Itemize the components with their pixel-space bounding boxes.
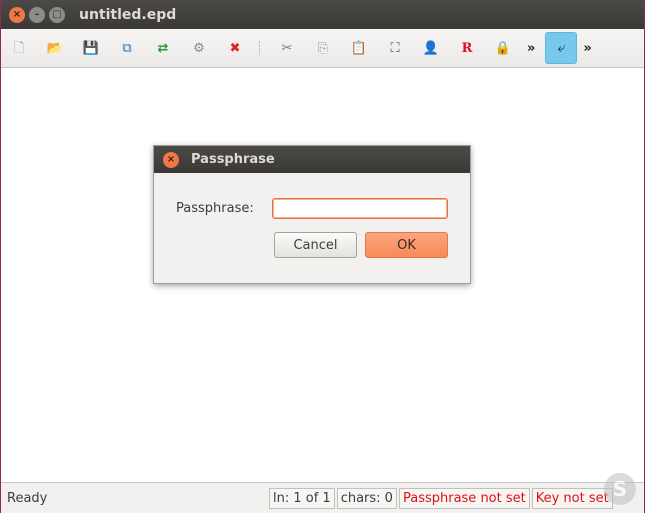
shuffle-button[interactable]: ⇄ <box>153 38 173 58</box>
close-icon: × <box>166 154 176 165</box>
close-file-button[interactable]: ✖ <box>225 38 245 58</box>
copy-icon: ⎘ <box>317 40 329 56</box>
letter-r-icon: R <box>461 40 473 56</box>
binoculars-icon: ⛶ <box>390 40 400 56</box>
window-title: untitled.epd <box>79 6 177 23</box>
cancel-button[interactable]: Cancel <box>274 232 357 258</box>
maximize-icon: □ <box>52 9 62 20</box>
new-file-icon: 🗋 <box>13 40 25 56</box>
save-button[interactable]: 💾 <box>81 38 101 58</box>
shuffle-icon: ⇄ <box>157 40 169 56</box>
status-char-count: chars: 0 <box>336 487 397 509</box>
properties-button[interactable]: ⚙ <box>189 38 209 58</box>
chevron-double-right-icon: » <box>583 40 592 56</box>
binoculars-button[interactable]: ⛶ <box>385 38 405 58</box>
toolbar-overflow-button-2[interactable]: » <box>583 41 591 56</box>
dialog-title: Passphrase <box>191 152 275 167</box>
close-icon: × <box>12 9 22 20</box>
status-key: Key not set <box>531 487 613 509</box>
passphrase-row: Passphrase: <box>176 198 448 219</box>
status-passphrase: Passphrase not set <box>398 487 530 509</box>
copy-button[interactable]: ⎘ <box>313 38 333 58</box>
toolbar-overflow-button[interactable]: » <box>527 41 535 56</box>
word-wrap-toggle[interactable]: ⤶ <box>545 32 578 64</box>
passphrase-label: Passphrase: <box>176 201 254 216</box>
document-settings-icon: ⚙ <box>193 40 205 56</box>
svg-text:S: S <box>613 477 627 501</box>
save-as-button[interactable]: ⧉ <box>117 38 137 58</box>
lock-button[interactable]: 🔒 <box>493 38 513 58</box>
window-minimize-button[interactable]: – <box>29 6 45 23</box>
lock-icon: 🔒 <box>494 40 512 56</box>
status-ready: Ready <box>7 490 48 506</box>
new-file-button[interactable]: 🗋 <box>9 38 29 58</box>
ok-button[interactable]: OK <box>365 232 448 258</box>
toolbar-separator <box>259 41 261 55</box>
scissors-icon: ✂ <box>281 40 293 56</box>
cut-button[interactable]: ✂ <box>277 38 297 58</box>
save-icon: 💾 <box>82 40 100 56</box>
paste-icon: 📋 <box>350 40 368 56</box>
save-as-icon: ⧉ <box>122 40 132 56</box>
toolbar: 🗋 📂 💾 ⧉ ⇄ ⚙ ✖ ✂ ⎘ 📋 ⛶ 👤 R 🔒 » ⤶ » <box>1 29 644 68</box>
user-button[interactable]: 👤 <box>421 38 441 58</box>
dialog-title-bar: × Passphrase <box>154 146 470 173</box>
folder-open-icon: 📂 <box>46 40 64 56</box>
passphrase-input[interactable] <box>272 198 448 219</box>
status-line-position: ln: 1 of 1 <box>269 487 335 509</box>
dialog-close-button[interactable]: × <box>163 151 179 168</box>
chevron-double-right-icon: » <box>527 40 536 56</box>
reference-button[interactable]: R <box>457 38 477 58</box>
title-bar: × – □ untitled.epd <box>1 0 644 29</box>
minimize-icon: – <box>34 9 40 20</box>
user-icon: 👤 <box>422 40 440 56</box>
status-bar: Ready ln: 1 of 1 chars: 0 Passphrase not… <box>1 482 644 513</box>
passphrase-dialog: × Passphrase Passphrase: Cancel OK <box>153 145 471 284</box>
close-red-icon: ✖ <box>229 40 241 56</box>
main-window: × – □ untitled.epd 🗋 📂 💾 ⧉ ⇄ ⚙ ✖ ✂ ⎘ 📋 ⛶… <box>0 0 645 513</box>
window-close-button[interactable]: × <box>9 6 25 23</box>
watermark-logo-icon: S <box>604 473 636 505</box>
open-button[interactable]: 📂 <box>45 38 65 58</box>
window-maximize-button[interactable]: □ <box>49 6 65 23</box>
paste-button[interactable]: 📋 <box>349 38 369 58</box>
word-wrap-icon: ⤶ <box>557 40 566 56</box>
